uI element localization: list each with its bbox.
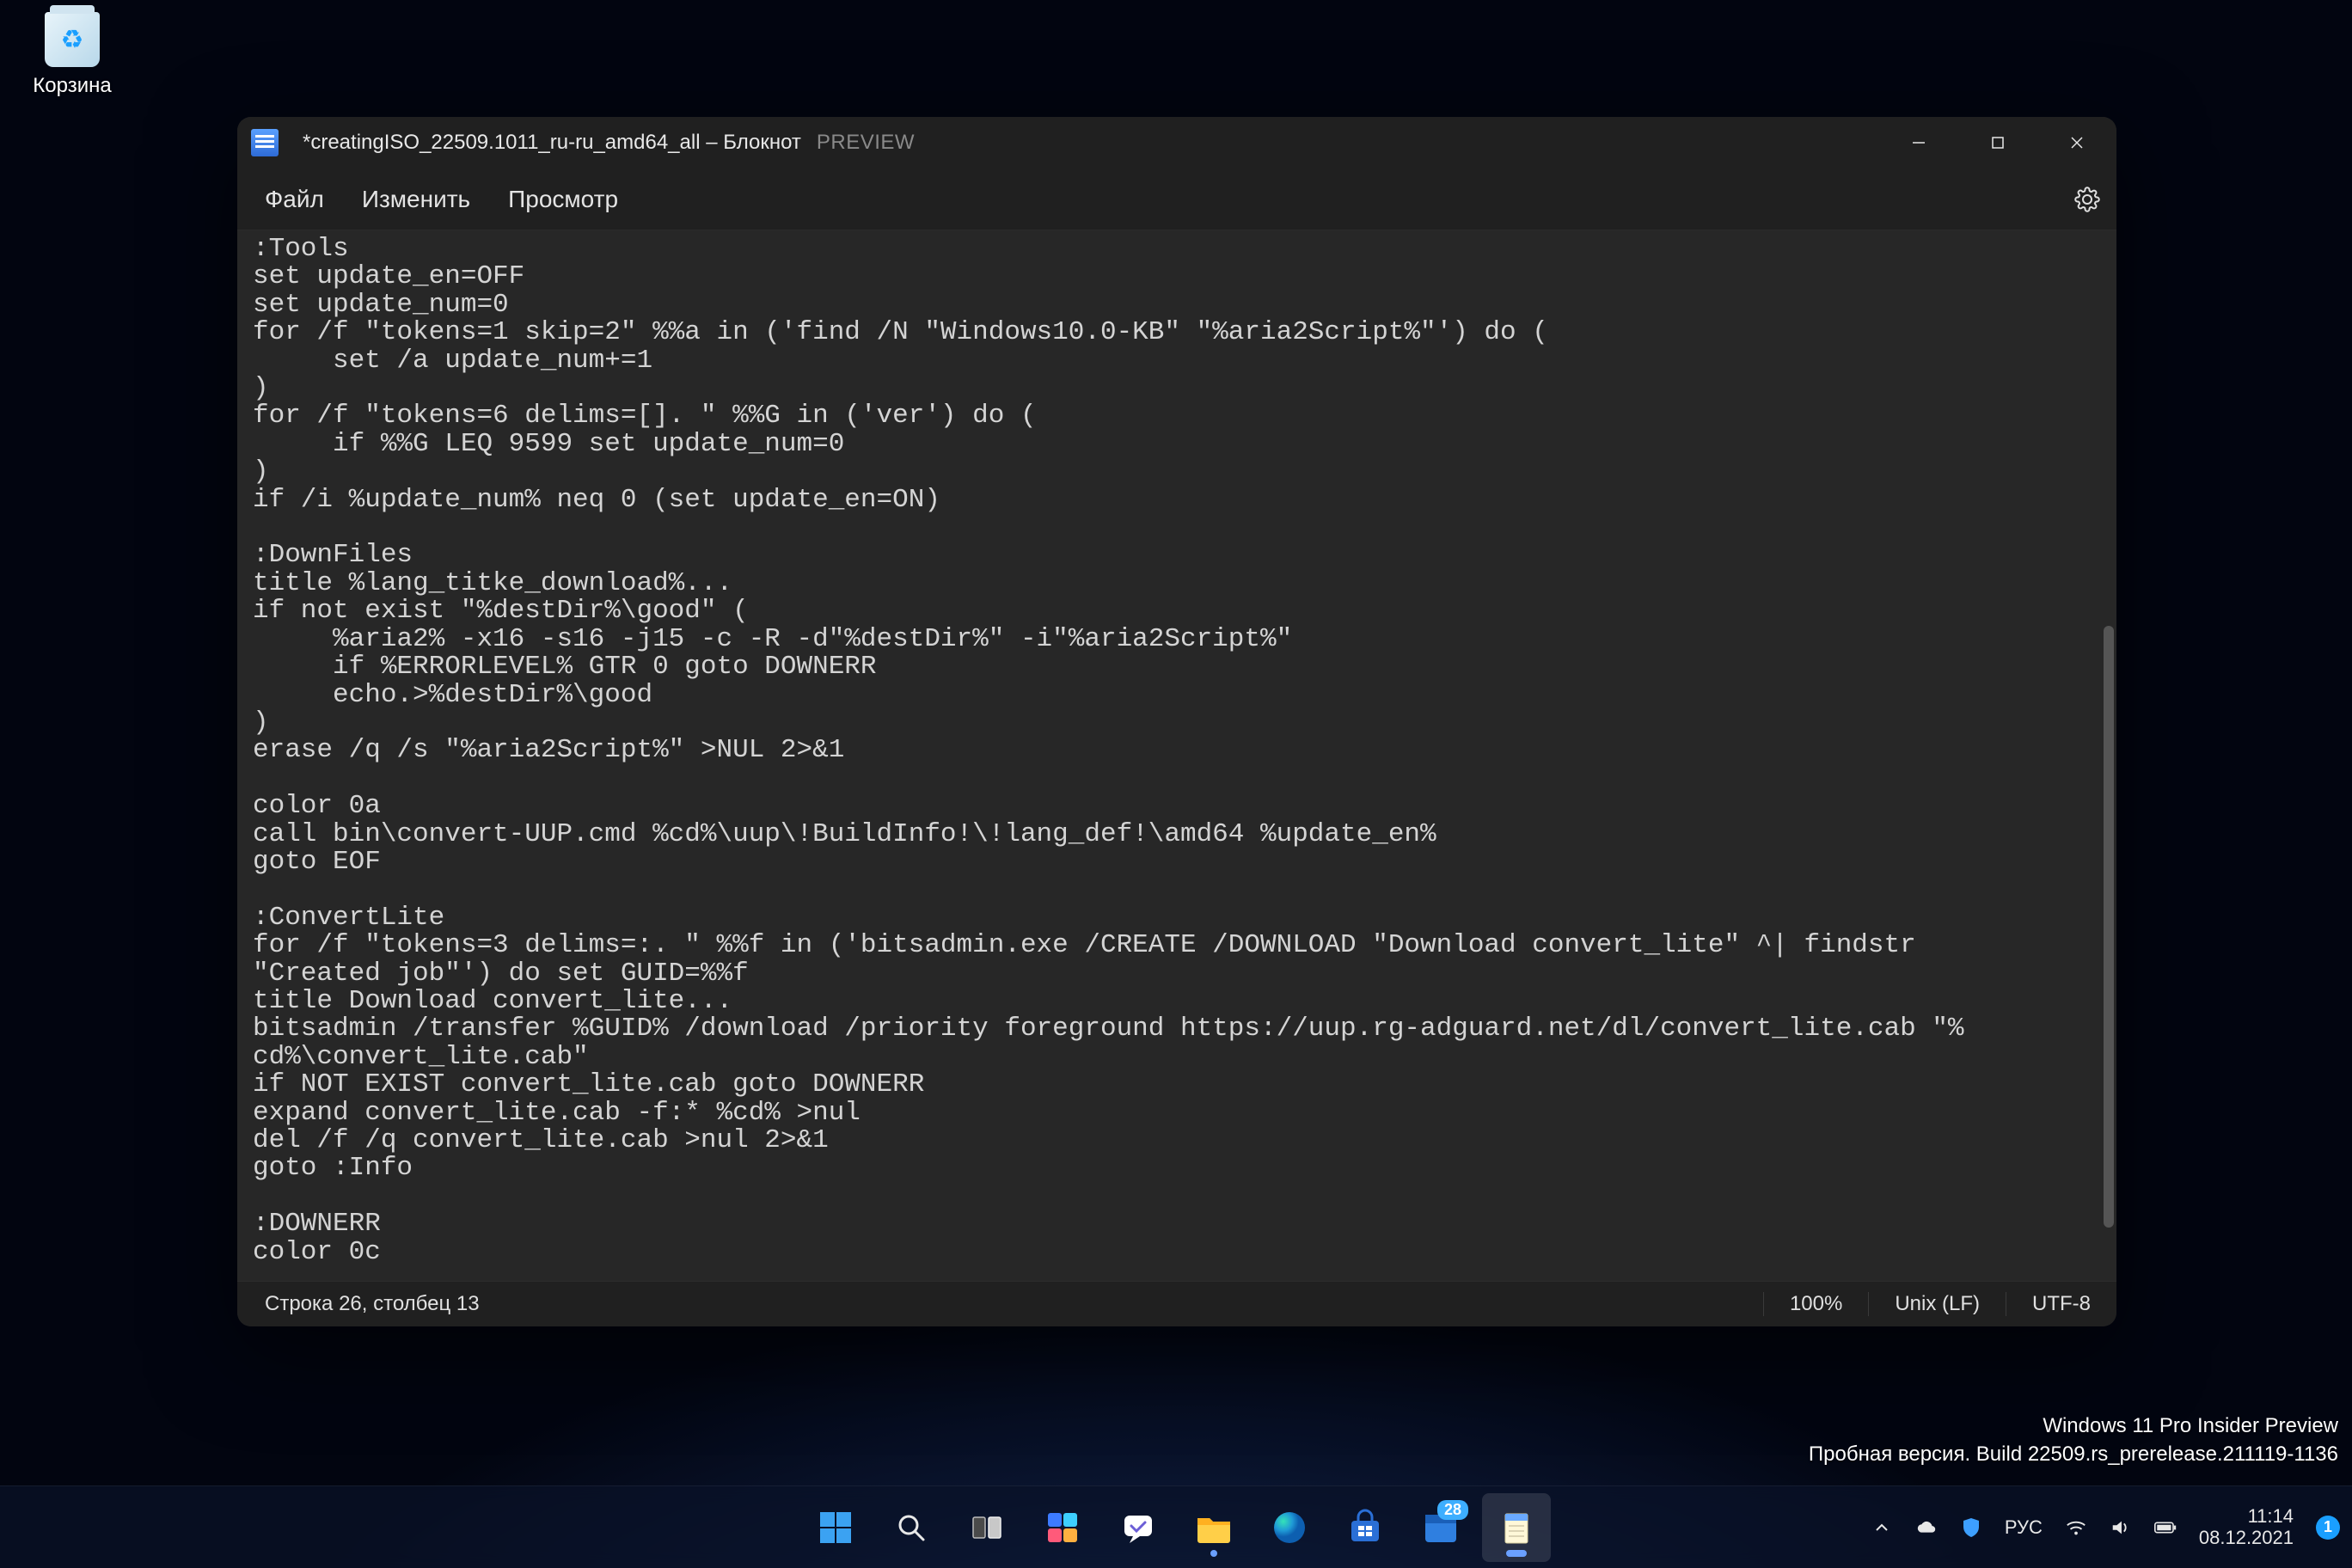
menu-file[interactable]: Файл — [248, 177, 341, 222]
store-button[interactable] — [1331, 1493, 1400, 1562]
clock-date: 08.12.2021 — [2199, 1528, 2294, 1548]
file-explorer-button[interactable] — [1179, 1493, 1248, 1562]
start-icon — [817, 1509, 854, 1547]
search-button[interactable] — [877, 1493, 946, 1562]
chevron-up-icon — [1873, 1519, 1890, 1536]
scrollbar-thumb[interactable] — [2104, 626, 2114, 1228]
notepad-app-icon — [251, 129, 279, 156]
store-icon — [1346, 1509, 1384, 1547]
edge-button[interactable] — [1255, 1493, 1324, 1562]
onedrive-tray-icon[interactable] — [1915, 1516, 1938, 1539]
status-encoding[interactable]: UTF-8 — [2006, 1282, 2116, 1326]
watermark-line1: Windows 11 Pro Insider Preview — [1809, 1412, 2338, 1440]
text-editor[interactable]: :Tools set update_en=OFF set update_num=… — [237, 230, 2116, 1281]
battery-icon — [2154, 1519, 2177, 1536]
tray-overflow-button[interactable] — [1871, 1516, 1893, 1539]
edge-icon — [1271, 1509, 1308, 1547]
maximize-button[interactable] — [1958, 117, 2037, 168]
task-view-icon — [968, 1509, 1006, 1547]
menu-edit[interactable]: Изменить — [345, 177, 487, 222]
battery-tray-icon[interactable] — [2154, 1516, 2177, 1539]
window-controls — [1879, 117, 2116, 168]
system-tray: РУС 11:14 08.12.2021 1 — [1871, 1486, 2340, 1568]
recycle-bin[interactable]: ♻ Корзина — [21, 12, 124, 98]
status-line-ending[interactable]: Unix (LF) — [1869, 1282, 2006, 1326]
close-button[interactable] — [2037, 117, 2116, 168]
recycle-bin-label: Корзина — [33, 74, 111, 98]
file-explorer-icon — [1194, 1508, 1234, 1547]
titlebar[interactable]: *creatingISO_22509.1011_ru-ru_amd64_all … — [237, 117, 2116, 168]
clock-time: 11:14 — [2199, 1506, 2294, 1527]
window-title: *creatingISO_22509.1011_ru-ru_amd64_all … — [303, 131, 801, 155]
clock[interactable]: 11:14 08.12.2021 — [2199, 1506, 2294, 1547]
settings-button[interactable] — [2068, 181, 2106, 218]
taskbar-center: 28 — [801, 1493, 1551, 1562]
notepad-icon — [1498, 1509, 1535, 1547]
task-view-button[interactable] — [952, 1493, 1021, 1562]
status-cursor-position: Строка 26, столбец 13 — [237, 1282, 505, 1326]
taskbar: 28 РУС — [0, 1485, 2352, 1568]
notification-center-button[interactable]: 1 — [2316, 1516, 2340, 1540]
widgets-button[interactable] — [1028, 1493, 1097, 1562]
gear-icon — [2074, 187, 2100, 212]
search-icon — [894, 1510, 928, 1545]
notepad-taskbar-button[interactable] — [1482, 1493, 1551, 1562]
vertical-scrollbar[interactable] — [2101, 230, 2116, 1281]
menubar: Файл Изменить Просмотр — [237, 168, 2116, 230]
calendar-badge: 28 — [1437, 1500, 1468, 1520]
wifi-icon — [2065, 1516, 2087, 1540]
network-tray-icon[interactable] — [2065, 1516, 2087, 1539]
recycle-bin-icon: ♻ — [45, 12, 100, 67]
windows-watermark: Windows 11 Pro Insider Preview Пробная в… — [1809, 1412, 2338, 1468]
editor-area: :Tools set update_en=OFF set update_num=… — [237, 230, 2116, 1281]
start-button[interactable] — [801, 1493, 870, 1562]
calendar-app-button[interactable]: 28 — [1406, 1493, 1475, 1562]
volume-icon — [2110, 1516, 2132, 1540]
minimize-button[interactable] — [1879, 117, 1958, 168]
notepad-window: *creatingISO_22509.1011_ru-ru_amd64_all … — [237, 117, 2116, 1326]
chat-button[interactable] — [1104, 1493, 1173, 1562]
status-zoom[interactable]: 100% — [1764, 1282, 1868, 1326]
shield-icon — [1960, 1516, 1982, 1539]
defender-tray-icon[interactable] — [1960, 1516, 1982, 1539]
language-indicator[interactable]: РУС — [2005, 1516, 2043, 1539]
watermark-line2: Пробная версия. Build 22509.rs_prereleas… — [1809, 1441, 2338, 1468]
volume-tray-icon[interactable] — [2110, 1516, 2132, 1539]
chat-icon — [1119, 1509, 1157, 1547]
cloud-icon — [1915, 1516, 1938, 1540]
preview-badge: PREVIEW — [817, 131, 915, 155]
widgets-icon — [1044, 1509, 1081, 1547]
menu-view[interactable]: Просмотр — [491, 177, 635, 222]
statusbar: Строка 26, столбец 13 100% Unix (LF) UTF… — [237, 1281, 2116, 1326]
